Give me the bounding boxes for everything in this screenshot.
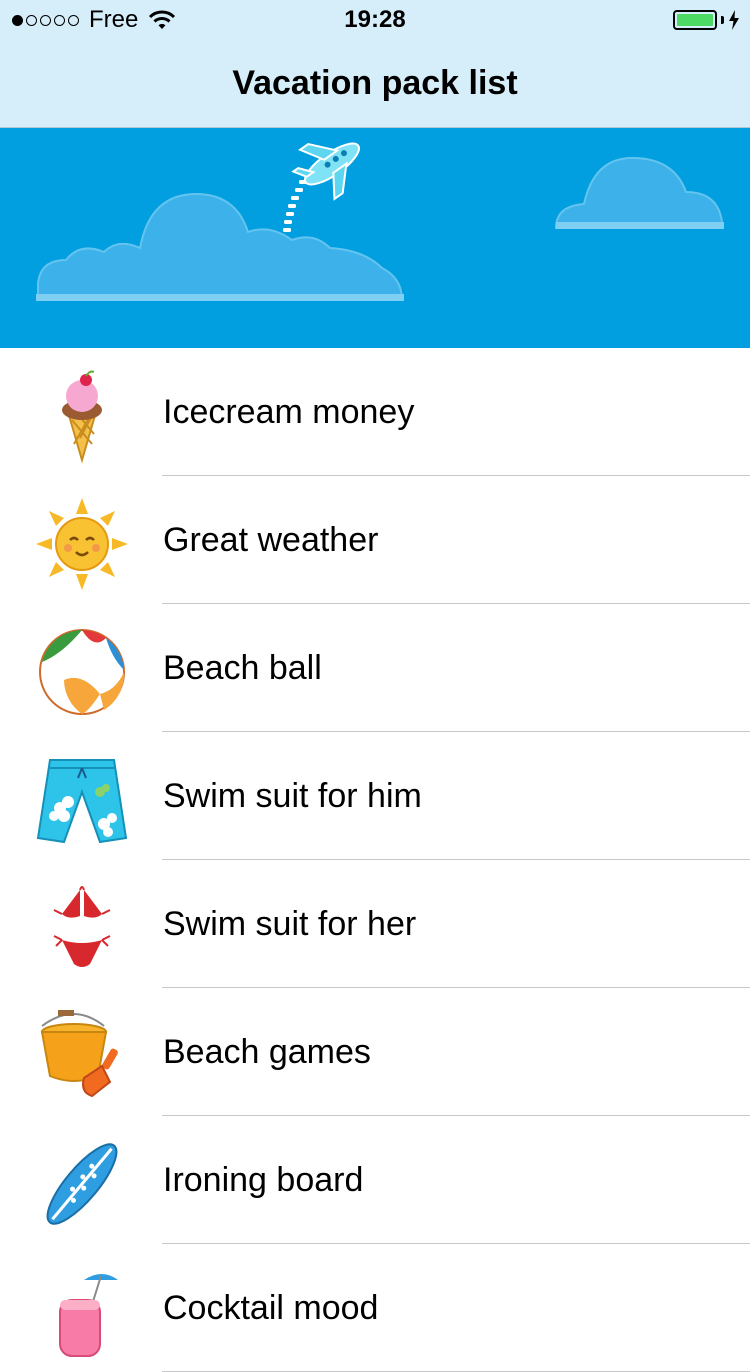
status-bar: Free 19:28 (0, 0, 750, 40)
surfboard-icon (46, 1143, 118, 1225)
charging-bolt-icon (729, 10, 739, 30)
item-label: Ironing board (163, 1161, 364, 1199)
beach-ball-icon (39, 629, 125, 715)
item-label: Cocktail mood (163, 1289, 379, 1327)
list-item[interactable]: Swim suit for him (0, 732, 750, 860)
battery-icon (673, 10, 717, 30)
pack-list: Icecream money Great weather Beach ball … (0, 348, 750, 1372)
item-label: Beach games (163, 1033, 371, 1071)
list-item[interactable]: Ironing board (0, 1116, 750, 1244)
list-item[interactable]: Great weather (0, 476, 750, 604)
list-item[interactable]: Icecream money (0, 348, 750, 476)
item-label: Great weather (163, 521, 379, 559)
icecream-icon (62, 370, 102, 464)
item-label: Beach ball (163, 649, 322, 687)
list-item[interactable]: Cocktail mood (0, 1244, 750, 1372)
page-title: Vacation pack list (232, 64, 518, 102)
list-item[interactable]: Swim suit for her (0, 860, 750, 988)
item-label: Swim suit for him (163, 777, 422, 815)
navigation-bar: Vacation pack list (0, 40, 750, 128)
item-label: Icecream money (163, 393, 415, 431)
list-item[interactable]: Beach games (0, 988, 750, 1116)
banner-illustration (36, 142, 724, 301)
list-item[interactable]: Beach ball (0, 604, 750, 732)
bikini-icon (53, 886, 111, 967)
header-banner (0, 128, 750, 348)
sun-icon (36, 498, 128, 590)
airplane-trail (283, 180, 307, 232)
cloud-icon (36, 192, 404, 301)
item-label: Swim suit for her (163, 905, 417, 943)
status-right (673, 8, 740, 32)
bucket-spade-icon (40, 1010, 118, 1098)
cocktail-icon (59, 1274, 118, 1357)
swim-shorts-icon (36, 759, 128, 844)
status-time: 19:28 (344, 6, 406, 33)
cloud-icon (554, 156, 724, 229)
